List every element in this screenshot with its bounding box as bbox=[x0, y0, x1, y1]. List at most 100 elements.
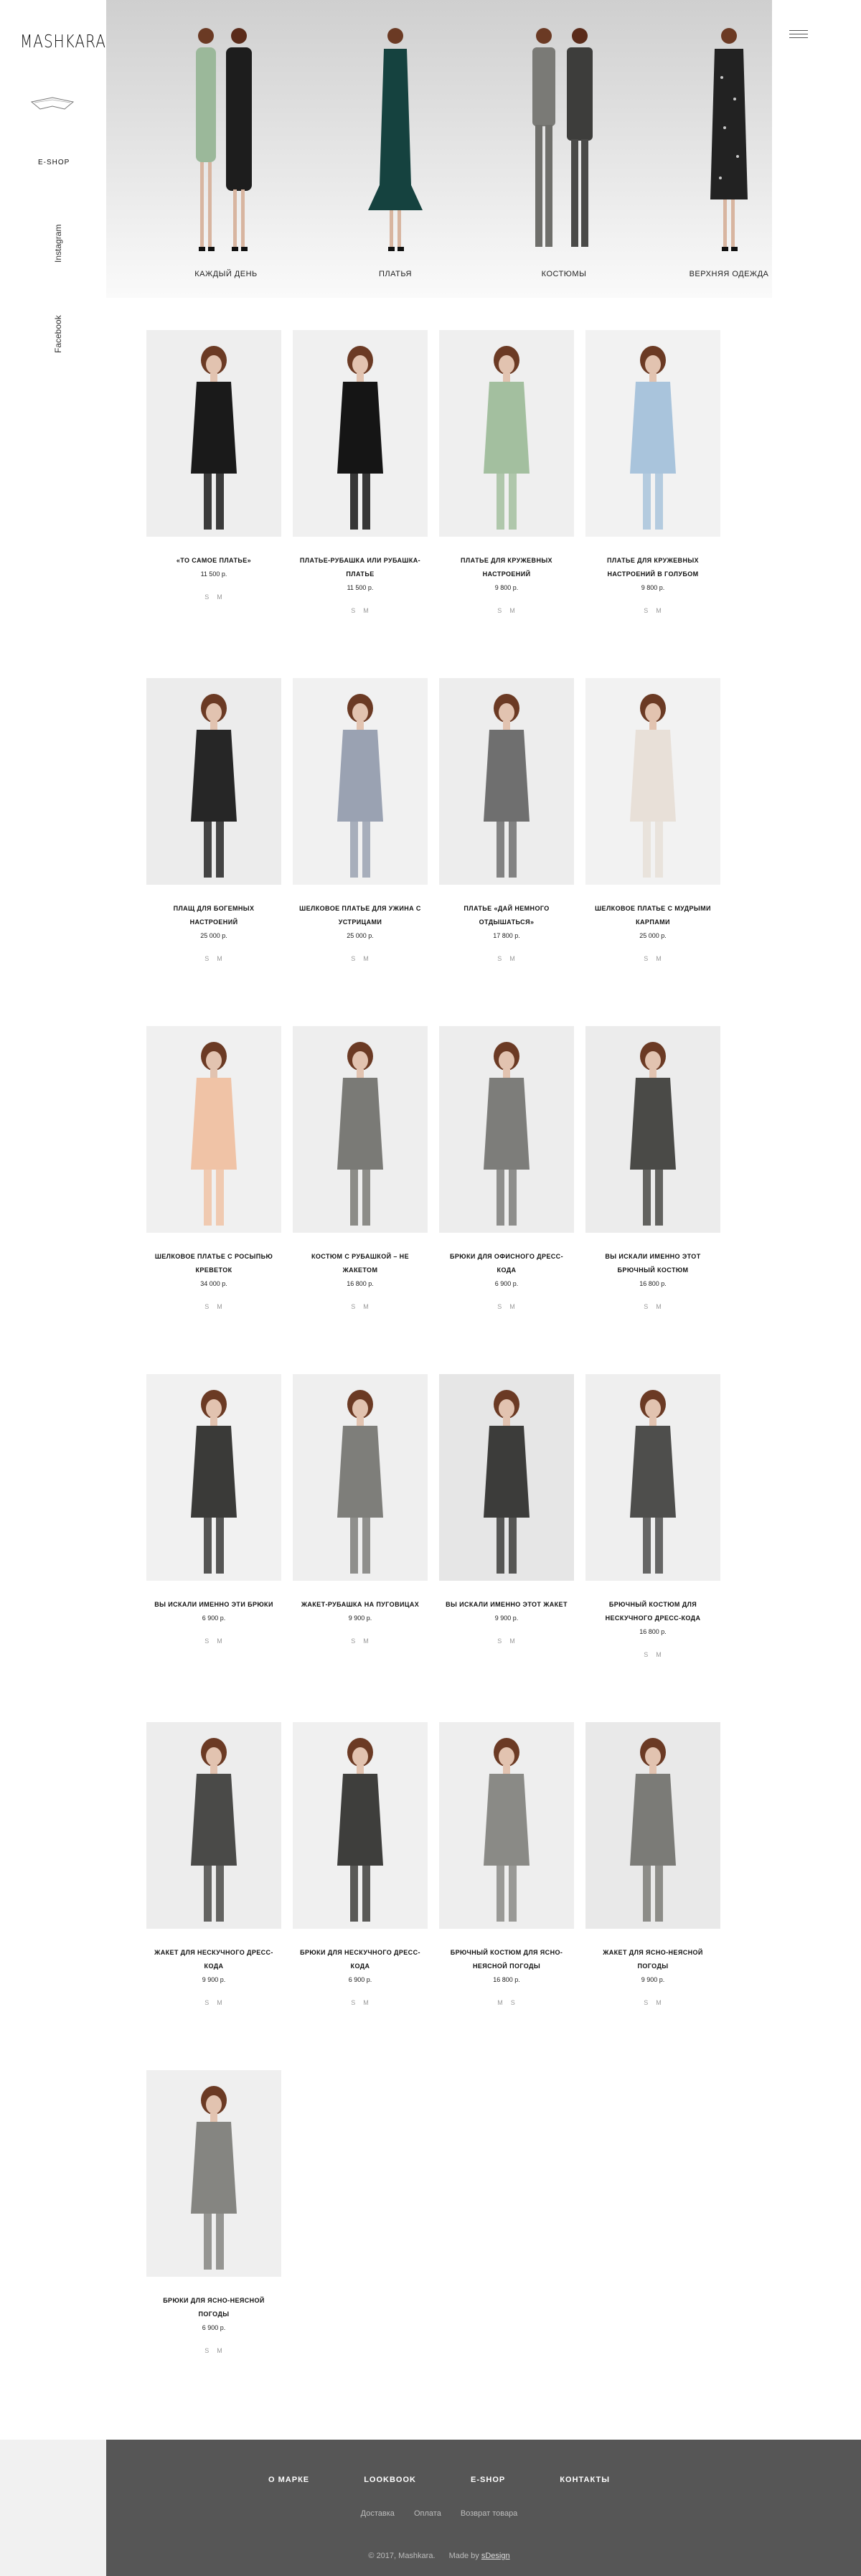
product-card[interactable]: ШЕЛКОВОЕ ПЛАТЬЕ С РОСЫПЬЮ КРЕВЕТОК 34 000… bbox=[146, 1026, 281, 1310]
size-option[interactable]: M bbox=[656, 1999, 662, 2006]
footer-link-returns[interactable]: Возврат товара bbox=[461, 2509, 517, 2518]
product-card[interactable]: ПЛАТЬЕ «ДАЙ НЕМНОГО ОТДЫШАТЬСЯ» 17 800 р.… bbox=[439, 678, 574, 962]
size-option[interactable]: M bbox=[656, 1303, 662, 1310]
product-name[interactable]: ПЛАТЬЕ «ДАЙ НЕМНОГО ОТДЫШАТЬСЯ» bbox=[439, 902, 574, 929]
size-option[interactable]: S bbox=[204, 1999, 210, 2006]
product-card[interactable]: БРЮКИ ДЛЯ НЕСКУЧНОГО ДРЕСС-КОДА 6 900 р. S… bbox=[293, 1722, 428, 2006]
product-image[interactable] bbox=[293, 1722, 428, 1929]
size-option[interactable]: M bbox=[217, 1303, 223, 1310]
size-option[interactable]: S bbox=[644, 955, 649, 962]
facebook-link[interactable]: Facebook bbox=[53, 315, 63, 353]
product-card[interactable]: ЖАКЕТ ДЛЯ ЯСНО-НЕЯСНОЙ ПОГОДЫ 9 900 р. S M bbox=[585, 1722, 720, 2006]
size-option[interactable]: M bbox=[656, 1651, 662, 1658]
product-name[interactable]: ЖАКЕТ ДЛЯ НЕСКУЧНОГО ДРЕСС-КОДА bbox=[146, 1946, 281, 1973]
product-image[interactable] bbox=[585, 330, 720, 537]
category-suits[interactable]: КОСТЮМЫ bbox=[499, 20, 629, 286]
size-option[interactable]: M bbox=[363, 1637, 370, 1645]
size-option[interactable]: M bbox=[217, 955, 223, 962]
product-name[interactable]: ЖАКЕТ ДЛЯ ЯСНО-НЕЯСНОЙ ПОГОДЫ bbox=[585, 1946, 720, 1973]
category-everyday[interactable]: КАЖДЫЙ ДЕНЬ bbox=[161, 20, 291, 286]
product-image[interactable] bbox=[439, 678, 574, 885]
product-card[interactable]: ПЛАЩ ДЛЯ БОГЕМНЫХ НАСТРОЕНИЙ 25 000 р. S M bbox=[146, 678, 281, 962]
footer-nav-about[interactable]: О МАРКЕ bbox=[268, 2476, 309, 2484]
size-option[interactable]: M bbox=[363, 607, 370, 614]
product-image[interactable] bbox=[146, 1026, 281, 1233]
nav-eshop-link[interactable]: E-SHOP bbox=[38, 159, 70, 166]
size-option[interactable]: S bbox=[204, 2347, 210, 2354]
product-name[interactable]: БРЮКИ ДЛЯ ОФИСНОГО ДРЕСС-КОДА bbox=[439, 1250, 574, 1277]
size-option[interactable]: M bbox=[509, 607, 516, 614]
instagram-link[interactable]: Instagram bbox=[53, 225, 63, 263]
product-image[interactable] bbox=[146, 678, 281, 885]
product-name[interactable]: ПЛАТЬЕ ДЛЯ КРУЖЕВНЫХ НАСТРОЕНИЙ В ГОЛУБО… bbox=[585, 554, 720, 581]
size-option[interactable]: M bbox=[509, 955, 516, 962]
size-option[interactable]: S bbox=[644, 1303, 649, 1310]
size-option[interactable]: S bbox=[351, 1637, 356, 1645]
size-option[interactable]: S bbox=[497, 955, 502, 962]
footer-link-delivery[interactable]: Доставка bbox=[361, 2509, 395, 2518]
product-image[interactable] bbox=[439, 330, 574, 537]
product-card[interactable]: ПЛАТЬЕ ДЛЯ КРУЖЕВНЫХ НАСТРОЕНИЙ 9 800 р. S… bbox=[439, 330, 574, 614]
product-card[interactable]: БРЮКИ ДЛЯ ЯСНО-НЕЯСНОЙ ПОГОДЫ 6 900 р. S M bbox=[146, 2070, 281, 2354]
size-option[interactable]: M bbox=[217, 1637, 223, 1645]
product-name[interactable]: БРЮЧНЫЙ КОСТЮМ ДЛЯ НЕСКУЧНОГО ДРЕСС-КОДА bbox=[585, 1598, 720, 1625]
size-option[interactable]: M bbox=[217, 593, 223, 601]
product-card[interactable]: БРЮЧНЫЙ КОСТЮМ ДЛЯ ЯСНО-НЕЯСНОЙ ПОГОДЫ 16… bbox=[439, 1722, 574, 2006]
product-image[interactable] bbox=[439, 1374, 574, 1581]
size-option[interactable]: S bbox=[204, 955, 210, 962]
product-name[interactable]: КОСТЮМ С РУБАШКОЙ – НЕ ЖАКЕТОМ bbox=[293, 1250, 428, 1277]
size-option[interactable]: M bbox=[217, 1999, 223, 2006]
product-image[interactable] bbox=[585, 1374, 720, 1581]
product-image[interactable] bbox=[146, 1374, 281, 1581]
size-option[interactable]: M bbox=[497, 1999, 504, 2006]
product-image[interactable] bbox=[293, 1026, 428, 1233]
product-image[interactable] bbox=[146, 2070, 281, 2277]
product-name[interactable]: ПЛАЩ ДЛЯ БОГЕМНЫХ НАСТРОЕНИЙ bbox=[146, 902, 281, 929]
size-option[interactable]: S bbox=[644, 1651, 649, 1658]
footer-link-payment[interactable]: Оплата bbox=[414, 2509, 441, 2518]
size-option[interactable]: S bbox=[204, 593, 210, 601]
footer-nav-eshop[interactable]: E-SHOP bbox=[471, 2476, 505, 2484]
size-option[interactable]: S bbox=[497, 1637, 502, 1645]
studio-link[interactable]: sDesign bbox=[481, 2552, 510, 2560]
product-name[interactable]: БРЮКИ ДЛЯ ЯСНО-НЕЯСНОЙ ПОГОДЫ bbox=[146, 2294, 281, 2321]
product-name[interactable]: ВЫ ИСКАЛИ ИМЕННО ЭТОТ БРЮЧНЫЙ КОСТЮМ bbox=[585, 1250, 720, 1277]
size-option[interactable]: S bbox=[204, 1637, 210, 1645]
size-option[interactable]: S bbox=[497, 607, 502, 614]
product-card[interactable]: ШЕЛКОВОЕ ПЛАТЬЕ ДЛЯ УЖИНА С УСТРИЦАМИ 25 … bbox=[293, 678, 428, 962]
product-image[interactable] bbox=[146, 1722, 281, 1929]
product-card[interactable]: ПЛАТЬЕ ДЛЯ КРУЖЕВНЫХ НАСТРОЕНИЙ В ГОЛУБО… bbox=[585, 330, 720, 614]
product-name[interactable]: ПЛАТЬЕ ДЛЯ КРУЖЕВНЫХ НАСТРОЕНИЙ bbox=[439, 554, 574, 581]
product-card[interactable]: ЖАКЕТ ДЛЯ НЕСКУЧНОГО ДРЕСС-КОДА 9 900 р. S… bbox=[146, 1722, 281, 2006]
product-card[interactable]: БРЮКИ ДЛЯ ОФИСНОГО ДРЕСС-КОДА 6 900 р. S M bbox=[439, 1026, 574, 1310]
product-card[interactable]: ВЫ ИСКАЛИ ИМЕННО ЭТОТ ЖАКЕТ 9 900 р. S M bbox=[439, 1374, 574, 1645]
product-card[interactable]: ЖАКЕТ-РУБАШКА НА ПУГОВИЦАХ 9 900 р. S M bbox=[293, 1374, 428, 1645]
size-option[interactable]: S bbox=[351, 955, 356, 962]
product-image[interactable] bbox=[585, 1722, 720, 1929]
product-name[interactable]: ПЛАТЬЕ-РУБАШКА ИЛИ РУБАШКА-ПЛАТЬЕ bbox=[293, 554, 428, 581]
size-option[interactable]: S bbox=[497, 1303, 502, 1310]
product-name[interactable]: ШЕЛКОВОЕ ПЛАТЬЕ С МУДРЫМИ КАРПАМИ bbox=[585, 902, 720, 929]
size-option[interactable]: M bbox=[656, 607, 662, 614]
product-card[interactable]: ПЛАТЬЕ-РУБАШКА ИЛИ РУБАШКА-ПЛАТЬЕ 11 500 … bbox=[293, 330, 428, 614]
product-card[interactable]: ВЫ ИСКАЛИ ИМЕННО ЭТОТ БРЮЧНЫЙ КОСТЮМ 16 8… bbox=[585, 1026, 720, 1310]
size-option[interactable]: S bbox=[644, 607, 649, 614]
size-option[interactable]: S bbox=[644, 1999, 649, 2006]
product-name[interactable]: «ТО САМОЕ ПЛАТЬЕ» bbox=[146, 554, 281, 568]
product-name[interactable]: ШЕЛКОВОЕ ПЛАТЬЕ С РОСЫПЬЮ КРЕВЕТОК bbox=[146, 1250, 281, 1277]
product-card[interactable]: ШЕЛКОВОЕ ПЛАТЬЕ С МУДРЫМИ КАРПАМИ 25 000 … bbox=[585, 678, 720, 962]
product-card[interactable]: КОСТЮМ С РУБАШКОЙ – НЕ ЖАКЕТОМ 16 800 р. S… bbox=[293, 1026, 428, 1310]
product-name[interactable]: ВЫ ИСКАЛИ ИМЕННО ЭТИ БРЮКИ bbox=[146, 1598, 281, 1612]
footer-nav-lookbook[interactable]: LOOKBOOK bbox=[364, 2476, 416, 2484]
size-option[interactable]: M bbox=[509, 1637, 516, 1645]
size-option[interactable]: S bbox=[351, 607, 356, 614]
brand-logo[interactable]: MASHKARA bbox=[20, 30, 106, 52]
size-option[interactable]: M bbox=[656, 955, 662, 962]
product-card[interactable]: БРЮЧНЫЙ КОСТЮМ ДЛЯ НЕСКУЧНОГО ДРЕСС-КОДА… bbox=[585, 1374, 720, 1658]
product-name[interactable]: БРЮЧНЫЙ КОСТЮМ ДЛЯ ЯСНО-НЕЯСНОЙ ПОГОДЫ bbox=[439, 1946, 574, 1973]
size-option[interactable]: S bbox=[204, 1303, 210, 1310]
product-image[interactable] bbox=[585, 1026, 720, 1233]
product-card[interactable]: ВЫ ИСКАЛИ ИМЕННО ЭТИ БРЮКИ 6 900 р. S M bbox=[146, 1374, 281, 1645]
size-option[interactable]: M bbox=[363, 1303, 370, 1310]
size-option[interactable]: M bbox=[363, 955, 370, 962]
